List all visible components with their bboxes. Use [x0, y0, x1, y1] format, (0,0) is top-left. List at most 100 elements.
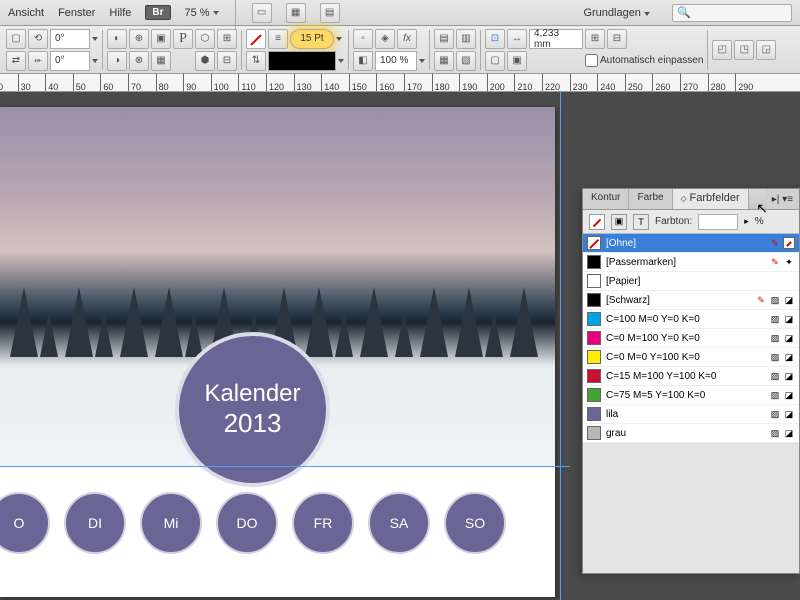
tab-farbe[interactable]: Farbe: [629, 189, 672, 209]
swatch-row[interactable]: grau▨◪: [583, 424, 799, 443]
cmyk-icon: ◪: [783, 294, 795, 306]
swatch-name: C=0 M=0 Y=100 K=0: [606, 352, 764, 363]
swatch-name: lila: [606, 409, 764, 420]
swatch-row[interactable]: [Schwarz]✎▨◪: [583, 291, 799, 310]
crop-icon[interactable]: ⊡: [485, 29, 505, 49]
arrange-icon[interactable]: ▤: [320, 3, 340, 23]
t3-icon[interactable]: ▣: [151, 29, 171, 49]
title-circle[interactable]: Kalender 2013: [175, 332, 330, 487]
menu-fenster[interactable]: Fenster: [58, 7, 95, 19]
global-icon: ▨: [769, 389, 781, 401]
day-circle[interactable]: FR: [292, 492, 354, 554]
wrap4-icon[interactable]: ▧: [456, 51, 476, 71]
t9-icon[interactable]: ⬢: [195, 51, 215, 71]
swatch-list[interactable]: [Ohne]✎[Passermarken]✎✦[Papier][Schwarz]…: [583, 234, 799, 443]
fit2-icon[interactable]: ▣: [507, 51, 527, 71]
paragraph-icon[interactable]: P: [173, 29, 193, 49]
t5-icon[interactable]: ⊗: [129, 51, 149, 71]
workspace-dropdown[interactable]: Grundlagen: [583, 7, 650, 19]
autofit-checkbox[interactable]: [585, 54, 598, 67]
fill-stroke-icon[interactable]: [589, 214, 605, 230]
wrap3-icon[interactable]: ▦: [434, 51, 454, 71]
day-circle[interactable]: DO: [216, 492, 278, 554]
c1-icon[interactable]: ⊞: [585, 29, 605, 49]
swatch-chip: [587, 388, 601, 402]
opacity-icon[interactable]: ◧: [353, 51, 373, 71]
document-page[interactable]: Kalender 2013 ODIMiDOFRSASO: [0, 107, 555, 597]
day-circle[interactable]: O: [0, 492, 50, 554]
swatch-row[interactable]: [Papier]: [583, 272, 799, 291]
wrap2-icon[interactable]: ▥: [456, 29, 476, 49]
day-circle[interactable]: SO: [444, 492, 506, 554]
bridge-button[interactable]: Br: [145, 5, 170, 20]
swatch-row[interactable]: C=0 M=100 Y=0 K=0▨◪: [583, 329, 799, 348]
fx2-icon[interactable]: ◈: [375, 29, 395, 49]
container-icon[interactable]: ▣: [611, 214, 627, 230]
t10-icon[interactable]: ⊟: [217, 51, 237, 71]
t4-icon[interactable]: ◑: [107, 51, 127, 71]
t8-icon[interactable]: ⊞: [217, 29, 237, 49]
horizontal-ruler[interactable]: 2030405060708090100110120130140150160170…: [0, 74, 800, 92]
swatch-row[interactable]: lila▨◪: [583, 405, 799, 424]
corner3-icon[interactable]: ◲: [756, 40, 776, 60]
stroke-color-field[interactable]: [268, 51, 336, 71]
swap-icon[interactable]: ⇅: [246, 51, 266, 71]
menu-ansicht[interactable]: Ansicht: [8, 7, 44, 19]
panel-tabs: Kontur Farbe ◇ Farbfelder ▸| ▾≡: [583, 189, 799, 210]
swatches-panel: Kontur Farbe ◇ Farbfelder ▸| ▾≡ ▣ T Farb…: [582, 188, 800, 574]
swatch-row[interactable]: [Ohne]✎: [583, 234, 799, 253]
guide-horizontal[interactable]: [0, 466, 570, 467]
corner2-icon[interactable]: ◳: [734, 40, 754, 60]
swatch-chip: [587, 331, 601, 345]
fit1-icon[interactable]: ▢: [485, 51, 505, 71]
zoom-dropdown[interactable]: 75 %: [185, 7, 219, 19]
stroke-weight-icon[interactable]: ≡: [268, 29, 288, 49]
day-circle[interactable]: DI: [64, 492, 126, 554]
swatch-row[interactable]: C=15 M=100 Y=100 K=0▨◪: [583, 367, 799, 386]
guide-vertical[interactable]: [560, 92, 561, 600]
title-line1: Kalender: [204, 380, 300, 408]
swatch-name: C=0 M=100 Y=0 K=0: [606, 333, 764, 344]
swatch-row[interactable]: C=100 M=0 Y=0 K=0▨◪: [583, 310, 799, 329]
corner1-icon[interactable]: ◰: [712, 40, 732, 60]
angle1-field[interactable]: 0°: [50, 29, 90, 49]
flip-icon[interactable]: ⇄: [6, 51, 26, 71]
menubar: Ansicht Fenster Hilfe Br 75 % ▭ ▦ ▤ Grun…: [0, 0, 800, 26]
stroke-pt-field[interactable]: 15 Pt: [290, 29, 334, 49]
shear-icon[interactable]: ⬰: [28, 51, 48, 71]
width-field[interactable]: 4,233 mm: [529, 29, 583, 49]
swatch-name: grau: [606, 428, 764, 439]
wrap1-icon[interactable]: ▤: [434, 29, 454, 49]
t7-icon[interactable]: ⬡: [195, 29, 215, 49]
t2-icon[interactable]: ⊕: [129, 29, 149, 49]
opacity-field[interactable]: 100 %: [375, 51, 417, 71]
autofit-label: Automatisch einpassen: [600, 55, 703, 66]
view-options-icon[interactable]: ▦: [286, 3, 306, 23]
t1-icon[interactable]: ◐: [107, 29, 127, 49]
t6-icon[interactable]: ▦: [151, 51, 171, 71]
angle2-field[interactable]: 0°: [50, 51, 90, 71]
swatch-name: [Ohne]: [606, 238, 764, 249]
text-icon[interactable]: T: [633, 214, 649, 230]
panel-menu-icon[interactable]: ▸| ▾≡: [766, 189, 799, 209]
tab-farbfelder[interactable]: ◇ Farbfelder: [673, 189, 749, 209]
tint-field[interactable]: [698, 214, 738, 230]
screen-mode-icon[interactable]: ▭: [252, 3, 272, 23]
fx1-icon[interactable]: ▫: [353, 29, 373, 49]
ref-point-icon[interactable]: ▢: [6, 29, 26, 49]
rotate-icon[interactable]: ⟲: [28, 29, 48, 49]
search-input[interactable]: 🔍: [672, 4, 792, 22]
swatch-name: C=100 M=0 Y=0 K=0: [606, 314, 764, 325]
swatch-row[interactable]: C=0 M=0 Y=100 K=0▨◪: [583, 348, 799, 367]
day-circle[interactable]: Mi: [140, 492, 202, 554]
day-circle[interactable]: SA: [368, 492, 430, 554]
dim-icon[interactable]: ↔: [507, 29, 527, 49]
menu-hilfe[interactable]: Hilfe: [109, 7, 131, 19]
fx-icon[interactable]: fx: [397, 29, 417, 49]
swatch-row[interactable]: C=75 M=5 Y=100 K=0▨◪: [583, 386, 799, 405]
global-icon: ▨: [769, 294, 781, 306]
swatch-row[interactable]: [Passermarken]✎✦: [583, 253, 799, 272]
c2-icon[interactable]: ⊟: [607, 29, 627, 49]
tab-kontur[interactable]: Kontur: [583, 189, 629, 209]
fill-none-icon[interactable]: [246, 29, 266, 49]
